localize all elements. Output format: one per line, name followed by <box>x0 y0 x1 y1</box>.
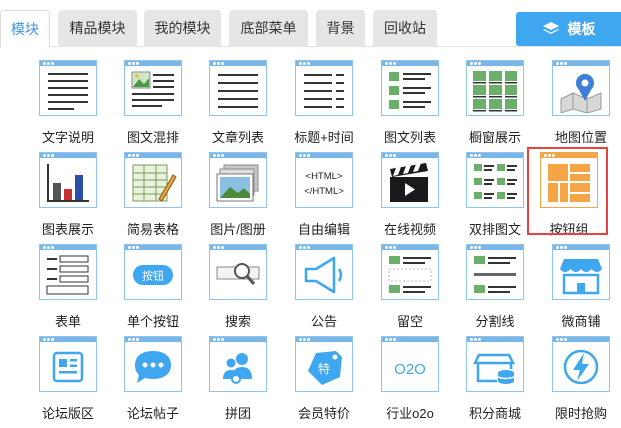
o2o-icon: O2O <box>381 336 439 392</box>
text-description-icon <box>39 60 97 116</box>
image-gallery-icon <box>209 152 267 208</box>
module-image-gallery[interactable]: 图片/图册 <box>196 152 280 240</box>
tab-recycle-bin[interactable]: 回收站 <box>373 10 437 47</box>
module-label: 地图位置 <box>554 130 607 145</box>
tab-modules[interactable]: 模块 <box>0 10 50 48</box>
module-label: 图文混排 <box>126 130 179 145</box>
module-label: 单个按钮 <box>126 314 179 329</box>
module-label: 橱窗展示 <box>468 130 521 145</box>
form-icon <box>39 244 97 300</box>
module-micro-store[interactable]: 微商铺 <box>539 244 621 332</box>
module-forum-post[interactable]: 论坛帖子 <box>111 336 195 424</box>
points-mall-icon <box>466 336 524 392</box>
single-button-icon: 按钮 <box>124 244 182 300</box>
html-code-icon: <HTML> </HTML> <box>295 152 353 208</box>
module-map-location[interactable]: 地图位置 <box>539 60 621 148</box>
image-text-mix-icon <box>124 60 182 116</box>
module-label: 图片/图册 <box>210 222 266 237</box>
module-search[interactable]: 搜索 <box>196 244 280 332</box>
module-label: 按钮组 <box>549 222 589 237</box>
module-label: 留空 <box>396 314 423 329</box>
module-button-group[interactable]: 按钮组 <box>527 152 611 240</box>
module-industry-o2o[interactable]: O2O 行业o2o <box>368 336 452 424</box>
module-label: 自由编辑 <box>297 222 350 237</box>
module-label: 分割线 <box>475 314 515 329</box>
forum-board-icon <box>39 336 97 392</box>
module-label: 文字说明 <box>41 130 94 145</box>
module-label: 文章列表 <box>211 130 264 145</box>
module-article-list[interactable]: 文章列表 <box>196 60 280 148</box>
video-clapper-icon <box>381 152 439 208</box>
button-group-icon <box>540 152 598 208</box>
image-text-list-icon <box>381 60 439 116</box>
template-button[interactable]: 模板 <box>516 12 621 46</box>
module-label: 会员特价 <box>297 406 350 421</box>
module-text-description[interactable]: 文字说明 <box>26 60 110 148</box>
map-location-icon <box>552 60 610 116</box>
module-label: 图表展示 <box>41 222 94 237</box>
showcase-icon <box>466 60 524 116</box>
tab-my-modules[interactable]: 我的模块 <box>144 10 221 47</box>
module-label: 公告 <box>310 314 337 329</box>
tab-premium-modules[interactable]: 精品模块 <box>58 10 137 47</box>
module-notice[interactable]: 公告 <box>282 244 366 332</box>
button-icon-text: 按钮 <box>142 269 164 283</box>
module-label: 行业o2o <box>386 406 434 421</box>
chat-bubble-icon <box>124 336 182 392</box>
group-users-icon <box>209 336 267 392</box>
module-flash-sale[interactable]: 限时抢购 <box>539 336 621 424</box>
module-tab-bar: 模块 精品模块 我的模块 底部菜单 背景 回收站 模板 <box>0 0 621 48</box>
module-group-buy[interactable]: 拼团 <box>196 336 280 424</box>
module-image-text-list[interactable]: 图文列表 <box>368 60 452 148</box>
megaphone-icon <box>295 244 353 300</box>
module-label: 图文列表 <box>383 130 436 145</box>
member-icon-text: 特 <box>318 361 330 376</box>
module-points-mall[interactable]: 积分商城 <box>453 336 537 424</box>
module-double-row-image-text[interactable]: 双排图文 <box>453 152 537 240</box>
module-label: 微商铺 <box>561 314 601 329</box>
module-label: 积分商城 <box>468 406 521 421</box>
article-list-icon <box>209 60 267 116</box>
module-form[interactable]: 表单 <box>26 244 110 332</box>
template-button-label: 模板 <box>567 21 596 37</box>
html-open-text: <HTML> <box>306 171 343 182</box>
module-label: 论坛版区 <box>41 406 94 421</box>
o2o-icon-text: O2O <box>394 361 426 378</box>
html-close-text: </HTML> <box>304 186 344 197</box>
module-label: 拼团 <box>224 406 251 421</box>
title-time-icon <box>295 60 353 116</box>
module-blank[interactable]: 留空 <box>368 244 452 332</box>
price-tag-icon: 特 <box>295 336 353 392</box>
module-label: 标题+时间 <box>294 130 354 145</box>
module-title-time[interactable]: 标题+时间 <box>282 60 366 148</box>
module-label: 双排图文 <box>468 222 521 237</box>
module-single-button[interactable]: 按钮 单个按钮 <box>111 244 195 332</box>
chart-display-icon <box>39 152 97 208</box>
tab-bottom-menu[interactable]: 底部菜单 <box>229 10 308 47</box>
module-divider[interactable]: 分割线 <box>453 244 537 332</box>
layers-icon <box>542 22 559 34</box>
module-label: 表单 <box>54 314 81 329</box>
module-forum-board[interactable]: 论坛版区 <box>26 336 110 424</box>
module-online-video[interactable]: 在线视频 <box>368 152 452 240</box>
store-icon <box>552 244 610 300</box>
module-label: 在线视频 <box>383 222 436 237</box>
search-icon <box>209 244 267 300</box>
simple-table-icon <box>124 152 182 208</box>
tab-background[interactable]: 背景 <box>316 10 365 47</box>
module-showcase[interactable]: 橱窗展示 <box>453 60 537 148</box>
module-member-special[interactable]: 特 会员特价 <box>282 336 366 424</box>
module-free-edit[interactable]: <HTML> </HTML> 自由编辑 <box>282 152 366 240</box>
module-label: 限时抢购 <box>554 406 607 421</box>
lightning-icon <box>552 336 610 392</box>
divider-icon <box>466 244 524 300</box>
module-chart-display[interactable]: 图表展示 <box>26 152 110 240</box>
module-label: 简易表格 <box>126 222 179 237</box>
double-row-icon <box>466 152 524 208</box>
module-label: 搜索 <box>224 314 251 329</box>
module-image-text-mix[interactable]: 图文混排 <box>111 60 195 148</box>
module-simple-table[interactable]: 简易表格 <box>111 152 195 240</box>
module-label: 论坛帖子 <box>126 406 179 421</box>
blank-space-icon <box>381 244 439 300</box>
